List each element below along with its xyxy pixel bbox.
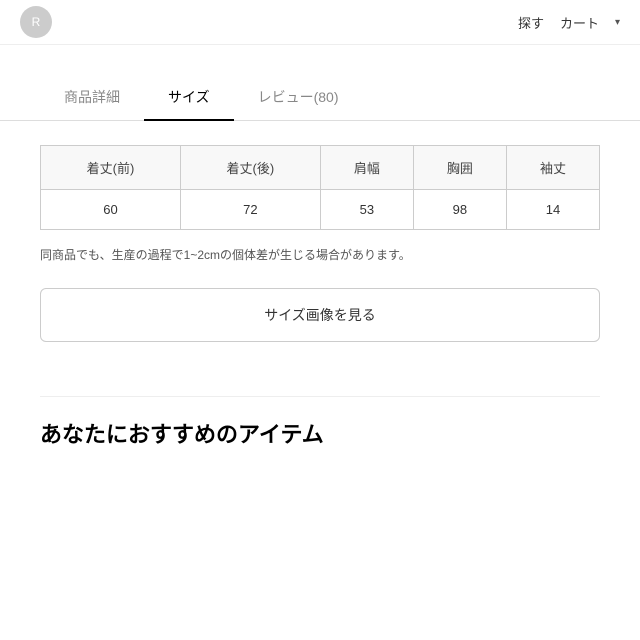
size-note: 同商品でも、生産の過程で1~2cmの個体差が生じる場合があります。 bbox=[40, 246, 600, 264]
size-table: 着丈(前) 着丈(後) 肩幅 胸囲 袖丈 60 72 53 98 14 bbox=[40, 145, 600, 230]
recommendation-heading: あなたにおすすめのアイテム bbox=[0, 417, 640, 449]
chevron-down-icon[interactable]: ▾ bbox=[615, 17, 620, 28]
cell-front-length: 60 bbox=[41, 190, 181, 230]
cart-link[interactable]: カート bbox=[560, 13, 599, 32]
avatar: R bbox=[20, 6, 52, 38]
content-area: 着丈(前) 着丈(後) 肩幅 胸囲 袖丈 60 72 53 98 14 同商品で… bbox=[0, 121, 640, 366]
col-header-back-length: 着丈(後) bbox=[180, 146, 320, 190]
cell-sleeve: 14 bbox=[506, 190, 599, 230]
section-divider bbox=[40, 396, 600, 397]
col-header-front-length: 着丈(前) bbox=[41, 146, 181, 190]
tab-size[interactable]: サイズ bbox=[144, 75, 234, 121]
col-header-chest: 胸囲 bbox=[413, 146, 506, 190]
tab-reviews[interactable]: レビュー(80) bbox=[234, 75, 363, 121]
search-link[interactable]: 探す bbox=[518, 13, 544, 32]
cell-back-length: 72 bbox=[180, 190, 320, 230]
table-header-row: 着丈(前) 着丈(後) 肩幅 胸囲 袖丈 bbox=[41, 146, 600, 190]
col-header-sleeve: 袖丈 bbox=[506, 146, 599, 190]
cell-chest: 98 bbox=[413, 190, 506, 230]
col-header-shoulder: 肩幅 bbox=[320, 146, 413, 190]
tab-details[interactable]: 商品詳細 bbox=[40, 75, 144, 121]
table-row: 60 72 53 98 14 bbox=[41, 190, 600, 230]
cell-shoulder: 53 bbox=[320, 190, 413, 230]
tabs-section: 商品詳細 サイズ レビュー(80) bbox=[0, 75, 640, 121]
size-image-button[interactable]: サイズ画像を見る bbox=[40, 288, 600, 342]
top-bar: R 探す カート ▾ bbox=[0, 0, 640, 45]
